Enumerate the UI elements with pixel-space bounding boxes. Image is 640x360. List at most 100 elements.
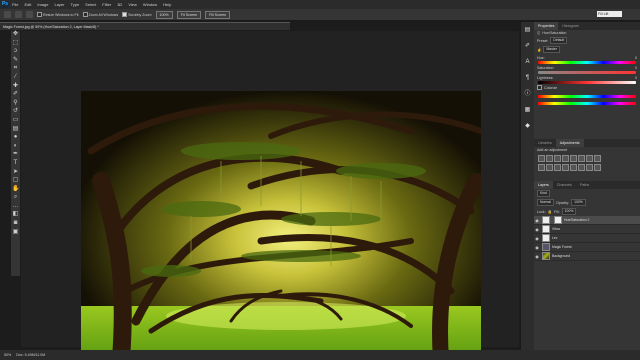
- menu-filter[interactable]: Filter: [99, 2, 114, 7]
- vibrance-icon[interactable]: [570, 155, 577, 162]
- properties-icon[interactable]: ⓘ: [524, 90, 532, 98]
- character-icon[interactable]: A: [524, 58, 532, 66]
- curves-icon[interactable]: [554, 155, 561, 162]
- menu-edit[interactable]: Edit: [21, 2, 34, 7]
- opacity-field[interactable]: 100%: [571, 199, 586, 206]
- threshold-icon[interactable]: [578, 164, 585, 171]
- layer-row[interactable]: ◉ Background: [534, 252, 640, 261]
- selective-color-icon[interactable]: [594, 164, 601, 171]
- visibility-eye-icon[interactable]: ◉: [534, 236, 540, 241]
- brush-settings-icon[interactable]: ✐: [524, 42, 532, 50]
- more-tools-icon[interactable]: …: [12, 203, 19, 210]
- layer-row[interactable]: ◉ Magic Forest: [534, 243, 640, 252]
- zoom-all-windows-checkbox[interactable]: Zoom All Windows: [82, 12, 118, 17]
- tab-libraries[interactable]: Libraries: [534, 139, 556, 147]
- history-icon[interactable]: ▤: [524, 26, 532, 34]
- hue-value[interactable]: 0: [635, 56, 637, 60]
- layer-name[interactable]: Magic Forest: [552, 245, 640, 249]
- scrubby-zoom-checkbox[interactable]: Scrubby Zoom: [122, 12, 152, 17]
- gradient-map-icon[interactable]: [586, 164, 593, 171]
- zoom-tool-icon[interactable]: ⌕: [12, 194, 19, 201]
- lock-icon[interactable]: 🔒: [548, 210, 552, 214]
- pen-tool-icon[interactable]: ✒: [12, 151, 19, 158]
- menu-file[interactable]: File: [9, 2, 21, 7]
- layer-name[interactable]: Hue/Saturation 2: [564, 218, 640, 222]
- fill-screen-button[interactable]: Fill Screen: [205, 10, 231, 19]
- menu-layer[interactable]: Layer: [51, 2, 67, 7]
- posterize-icon[interactable]: [570, 164, 577, 171]
- layer-row[interactable]: ◉ Hue/Saturation 2: [534, 216, 640, 225]
- type-tool-icon[interactable]: T: [12, 160, 19, 167]
- fit-screen-button[interactable]: Fit Screen: [176, 10, 202, 19]
- zoom-in-icon[interactable]: [15, 11, 22, 18]
- color-lookup-icon[interactable]: [554, 164, 561, 171]
- color-balance-icon[interactable]: [586, 155, 593, 162]
- blend-mode-select[interactable]: Normal: [537, 199, 554, 206]
- tab-channels[interactable]: Channels: [553, 181, 576, 189]
- brightness-contrast-icon[interactable]: [538, 155, 545, 162]
- document-tab[interactable]: Magic Forest.jpg @ 50% (Hue/Saturation 2…: [0, 22, 290, 30]
- gradient-tool-icon[interactable]: ▤: [12, 126, 19, 133]
- tab-paths[interactable]: Paths: [576, 181, 593, 189]
- photo-filter-icon[interactable]: [538, 164, 545, 171]
- menu-type[interactable]: Type: [68, 2, 83, 7]
- menu-window[interactable]: Window: [140, 2, 160, 7]
- resize-windows-checkbox[interactable]: Resize Windows to Fit: [37, 12, 79, 17]
- channel-select[interactable]: Master: [543, 46, 560, 53]
- fill-field[interactable]: 100%: [561, 208, 577, 215]
- layer-name[interactable]: Vibra: [552, 227, 640, 231]
- zoom-tool-icon[interactable]: [4, 11, 11, 18]
- lasso-tool-icon[interactable]: ↄ: [12, 48, 19, 55]
- levels-icon[interactable]: [546, 155, 553, 162]
- layer-mask-thumbnail[interactable]: [542, 234, 550, 242]
- visibility-eye-icon[interactable]: ◉: [534, 254, 540, 259]
- layer-name[interactable]: Background: [552, 254, 640, 258]
- quick-select-tool-icon[interactable]: ✎: [12, 57, 19, 64]
- hue-saturation-adj-icon[interactable]: [578, 155, 585, 162]
- blur-tool-icon[interactable]: ●: [12, 134, 19, 141]
- color-swatches-icon[interactable]: ◧: [12, 211, 19, 218]
- tab-histogram[interactable]: Histogram: [558, 22, 582, 30]
- menu-image[interactable]: Image: [34, 2, 51, 7]
- layer-name[interactable]: Lev: [552, 236, 640, 240]
- black-white-icon[interactable]: [594, 155, 601, 162]
- screen-mode-icon[interactable]: ▣: [12, 229, 19, 236]
- swatches-icon[interactable]: ▦: [524, 106, 532, 114]
- visibility-eye-icon[interactable]: ◉: [534, 218, 540, 223]
- tab-layers[interactable]: Layers: [534, 181, 553, 189]
- history-brush-tool-icon[interactable]: ↺: [12, 108, 19, 115]
- clone-stamp-tool-icon[interactable]: ⚲: [12, 100, 19, 107]
- workspace-switcher[interactable]: Fill Lift: [597, 11, 622, 17]
- invert-icon[interactable]: [562, 164, 569, 171]
- preset-select[interactable]: Default: [550, 37, 568, 44]
- styles-icon[interactable]: ◆: [524, 122, 532, 130]
- menu-view[interactable]: View: [125, 2, 140, 7]
- colorize-checkbox[interactable]: [537, 85, 542, 90]
- layer-mask-thumbnail[interactable]: [554, 216, 562, 224]
- zoom-100-button[interactable]: 100%: [155, 10, 173, 19]
- layer-kind-select[interactable]: Kind: [537, 190, 550, 197]
- canvas-area[interactable]: [21, 31, 519, 359]
- marquee-tool-icon[interactable]: ⬚: [12, 40, 19, 47]
- crop-tool-icon[interactable]: ⌗: [12, 65, 19, 72]
- eyedropper-tool-icon[interactable]: ⁄: [12, 74, 19, 81]
- path-select-tool-icon[interactable]: ➤: [12, 169, 19, 176]
- layer-mask-thumbnail[interactable]: [542, 225, 550, 233]
- menu-3d[interactable]: 3D: [114, 2, 125, 7]
- quick-mask-icon[interactable]: ◙: [12, 220, 19, 227]
- menu-help[interactable]: Help: [160, 2, 174, 7]
- zoom-out-icon[interactable]: [26, 11, 33, 18]
- healing-brush-tool-icon[interactable]: ✚: [12, 83, 19, 90]
- shape-tool-icon[interactable]: ▢: [12, 177, 19, 184]
- targeted-adjust-icon[interactable]: ☝: [537, 48, 541, 52]
- hand-tool-icon[interactable]: ✋: [12, 186, 19, 193]
- visibility-eye-icon[interactable]: ◉: [534, 227, 540, 232]
- tab-adjustments[interactable]: Adjustments: [555, 139, 584, 147]
- saturation-value[interactable]: 0: [635, 66, 637, 70]
- tab-properties[interactable]: Properties: [534, 22, 559, 30]
- move-tool-icon[interactable]: ✥: [12, 31, 19, 38]
- visibility-eye-icon[interactable]: ◉: [534, 245, 540, 250]
- eraser-tool-icon[interactable]: ▭: [12, 117, 19, 124]
- paragraph-icon[interactable]: ¶: [524, 74, 532, 82]
- lightness-value[interactable]: 0: [635, 76, 637, 80]
